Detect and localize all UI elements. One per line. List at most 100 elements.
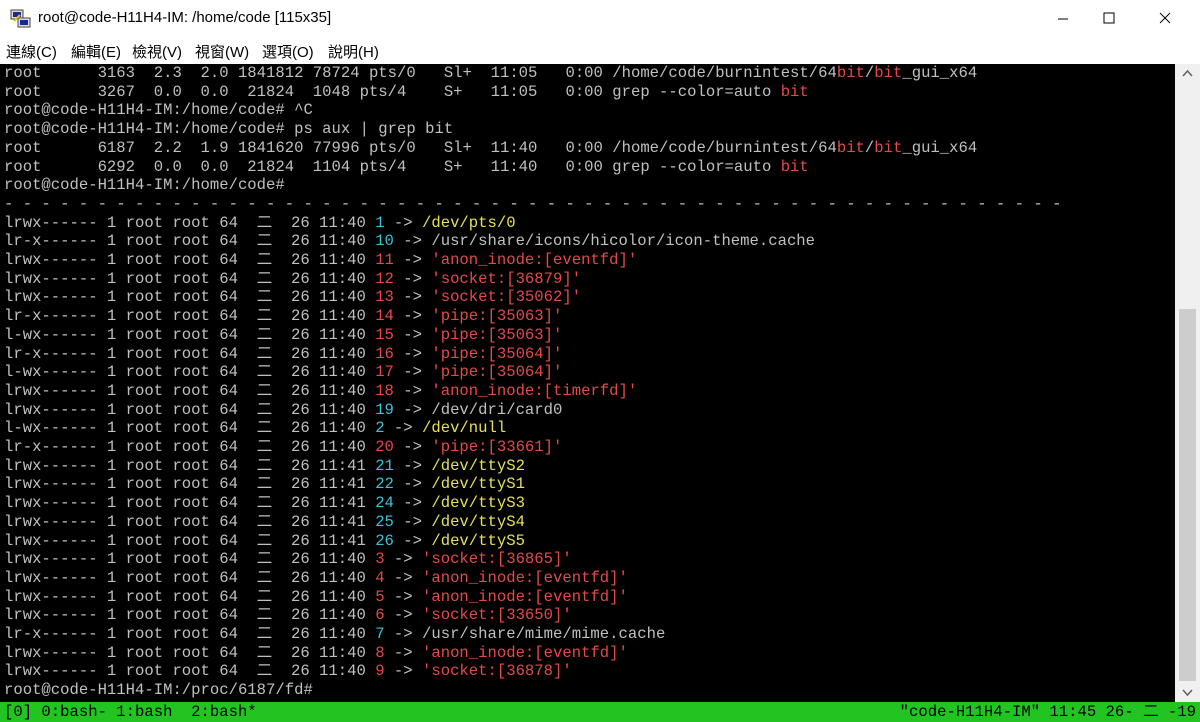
maximize-button[interactable] [1086,0,1132,38]
terminal-text: 6 [375,606,385,625]
terminal-text: -> [393,512,432,531]
terminal-text: 'pipe:[35064]' [431,344,563,363]
terminal-text: 'anon_inode:[timerfd]' [431,381,638,400]
terminal-line: lr-x------ 1 root root 64 二 26 11:40 10 … [4,232,815,251]
putty-app-icon[interactable] [10,9,32,29]
terminal-text: root@code-H11H4-IM:/home/code# [4,176,285,195]
terminal-text: _gui_x64 [902,64,978,82]
terminal-line: root 3267 0.0 0.0 21824 1048 pts/4 S+ 11… [4,83,809,102]
terminal-text: 'pipe:[35064]' [431,363,563,382]
terminal-text: lrwx------ 1 root root 64 二 26 11:40 [4,269,376,288]
scroll-up-button[interactable] [1175,64,1200,84]
terminal-text: -> [393,363,432,382]
terminal-text: 20 [375,438,394,456]
terminal-text: lrwx------ 1 root root 64 二 26 11:41 [4,475,376,494]
terminal-text: 'pipe:[33661]' [431,438,563,456]
terminal-text: 5 [375,587,385,606]
terminal-text: 9 [375,662,385,681]
terminal-text: -> [384,213,422,232]
terminal-text: lrwx------ 1 root root 64 二 26 11:40 [4,606,376,625]
terminal-line: lrwx------ 1 root root 64 二 26 11:40 8 -… [4,644,628,663]
terminal-line: root@code-H11H4-IM:/home/code# [4,176,285,195]
terminal-text: 'anon_inode:[eventfd]' [422,643,628,662]
terminal-text: root 3267 0.0 0.0 21824 1048 pts/4 S+ 11… [4,82,781,101]
terminal-text: bit [836,138,865,157]
terminal-text: 25 [375,512,394,531]
terminal-text: lrwx------ 1 root root 64 二 26 11:40 [4,568,376,587]
title-bar[interactable]: root@code-H11H4-IM: /home/code [115x35] [0,0,1200,38]
close-button[interactable] [1142,0,1188,38]
terminal-text: 'pipe:[35063]' [431,325,563,344]
close-icon [1159,12,1171,24]
terminal-text: -> [393,325,432,344]
terminal-line: - - - - - - - - - - - - - - - - - - - - … [4,195,1061,214]
terminal-line: lrwx------ 1 root root 64 二 26 11:41 26 … [4,532,525,551]
menu-edit[interactable]: 編輯(E) [71,41,121,62]
minimize-button[interactable] [1040,0,1086,38]
terminal-text: 1 [375,213,385,232]
menu-view[interactable]: 檢視(V) [132,41,182,62]
terminal-text: 16 [375,344,394,363]
putty-window: root@code-H11H4-IM: /home/code [115x35] … [0,0,1200,722]
terminal-text: lrwx------ 1 root root 64 二 26 11:40 [4,400,376,419]
terminal-text: -> [393,269,432,288]
terminal-text: 26 [375,531,394,550]
vertical-scrollbar[interactable] [1175,64,1200,702]
terminal-line: lr-x------ 1 root root 64 二 26 11:40 20 … [4,438,562,457]
terminal-text: -> [393,456,432,475]
terminal-text: lrwx------ 1 root root 64 二 26 11:40 [4,643,376,662]
terminal-line: root 6292 0.0 0.0 21824 1104 pts/4 S+ 11… [4,158,809,177]
terminal-text: /dev/pts/0 [422,213,516,232]
terminal-text: -> /usr/share/icons/hicolor/icon-theme.c… [393,232,816,251]
terminal-text: -> [384,587,422,606]
terminal-text: 7 [375,625,385,643]
terminal-text: 8 [375,643,385,662]
terminal-text: 14 [375,307,394,326]
terminal-area[interactable]: root 3163 2.3 2.0 1841812 78724 pts/0 Sl… [0,64,1175,702]
terminal-text: lr-x------ 1 root root 64 二 26 11:40 [4,625,376,643]
terminal-text: -> [393,344,432,363]
terminal-text: lrwx------ 1 root root 64 二 26 11:40 [4,381,376,400]
tmux-window-list[interactable]: [0] 0:bash- 1:bash 2:bash* [4,702,257,722]
terminal-text: -> [384,606,422,625]
maximize-icon [1103,12,1115,24]
terminal-text: -> [393,381,432,400]
menu-options[interactable]: 選項(O) [262,41,314,62]
terminal-line: lrwx------ 1 root root 64 二 26 11:41 22 … [4,475,525,494]
tmux-status-right: "code-H11H4-IM" 11:45 26- 二 -19 [899,703,1196,721]
terminal-text: root@code-H11H4-IM:/home/code# ps aux | … [4,120,454,139]
menu-connection[interactable]: 連線(C) [6,41,57,62]
terminal-text: 13 [375,288,394,307]
menu-window[interactable]: 視窗(W) [195,41,249,62]
window-title: root@code-H11H4-IM: /home/code [115x35] [38,9,332,26]
terminal-text: 12 [375,269,394,288]
terminal-text: -> [393,288,432,307]
scroll-down-button[interactable] [1175,682,1200,702]
terminal-text: -> [393,494,432,513]
terminal-line: lrwx------ 1 root root 64 二 26 11:40 6 -… [4,606,572,625]
terminal-text: 18 [375,381,394,400]
terminal-text: l-wx------ 1 root root 64 二 26 11:40 [4,419,376,438]
terminal-line: root 6187 2.2 1.9 1841620 77996 pts/0 Sl… [4,139,977,158]
terminal-line: l-wx------ 1 root root 64 二 26 11:40 2 -… [4,419,506,438]
terminal-line: l-wx------ 1 root root 64 二 26 11:40 15 … [4,326,562,345]
terminal-text: root 3163 2.3 2.0 1841812 78724 pts/0 Sl… [4,64,837,82]
terminal-line: lr-x------ 1 root root 64 二 26 11:40 7 -… [4,625,665,644]
terminal-text: lrwx------ 1 root root 64 二 26 11:40 [4,587,376,606]
terminal-text: /dev/ttyS3 [431,494,525,513]
terminal-text: 19 [375,400,394,419]
terminal-line: lrwx------ 1 root root 64 二 26 11:41 21 … [4,457,525,476]
terminal-text: bit [780,157,809,176]
scrollbar-thumb[interactable] [1179,309,1196,681]
terminal-text: -> [393,307,432,326]
terminal-text: 'anon_inode:[eventfd]' [422,568,628,587]
terminal-line: lrwx------ 1 root root 64 二 26 11:40 11 … [4,251,637,270]
menu-help[interactable]: 說明(H) [328,41,379,62]
terminal-text: lrwx------ 1 root root 64 二 26 11:40 [4,550,376,569]
terminal-text: /dev/ttyS1 [431,475,525,494]
terminal-text: l-wx------ 1 root root 64 二 26 11:40 [4,325,376,344]
terminal-text: / [864,138,875,157]
terminal-text: -> [393,251,432,269]
terminal-line: lrwx------ 1 root root 64 二 26 11:41 25 … [4,513,525,532]
terminal-line: lrwx------ 1 root root 64 二 26 11:40 1 -… [4,214,516,233]
